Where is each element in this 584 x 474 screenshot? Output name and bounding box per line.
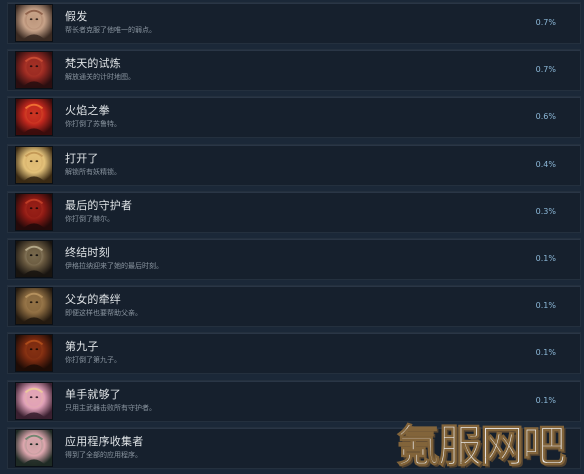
red-demon-face-icon [15, 51, 53, 90]
bald-skull-icon [15, 4, 53, 42]
achievement-title: 梵天的试炼 [65, 57, 121, 71]
red-guardian-icon [15, 192, 53, 231]
achievement-row[interactable]: 应用程序收集者得到了全部的应用程序。 [7, 426, 581, 469]
achievement-unlock-percent: 0.1% [535, 301, 556, 311]
achievement-description: 解锁所有妖精锁。 [65, 167, 121, 176]
achievement-row[interactable]: 假发帮长者克服了他唯一的弱点。 0.7% [7, 2, 581, 44]
pink-haired-girl-icon [15, 381, 53, 420]
achievement-description: 伊格拉纳迎来了她的最后时刻。 [65, 262, 163, 270]
achievement-description: 你打倒了苏鲁特。 [65, 120, 121, 129]
achievement-description: 你打倒了赫尔。 [65, 214, 114, 223]
achievement-title: 假发 [65, 10, 88, 23]
achievement-title: 终结时刻 [65, 246, 110, 259]
achievement-description: 帮长者克服了他唯一的弱点。 [65, 26, 156, 34]
achievement-row[interactable]: 最后的守护者你打倒了赫尔。 0.3% [7, 190, 581, 233]
crimson-beast-icon [15, 334, 53, 373]
achievement-unlock-percent: 0.7% [535, 65, 556, 75]
achievement-row[interactable]: 梵天的试炼解放通关的计时地图。 0.7% [7, 49, 581, 92]
achievement-description: 你打倒了第九子。 [65, 356, 121, 365]
achievement-row[interactable]: 第九子你打倒了第九子。 0.1% [7, 332, 581, 375]
achievement-row[interactable]: 火焰之拳你打倒了苏鲁特。 0.6% [7, 96, 581, 139]
achievement-description: 解放通关的计时地图。 [65, 73, 135, 82]
achievement-unlock-percent: 0.3% [535, 206, 556, 216]
achievement-unlock-percent: 0.1% [535, 254, 556, 263]
achievement-list: 假发帮长者克服了他唯一的弱点。 0.7% 梵天的试炼解放通关的计时地图。 0.7% 火焰… [0, 0, 584, 472]
achievement-title: 父女的牵绊 [65, 293, 121, 307]
achievement-unlock-percent: 0.1% [535, 348, 556, 358]
achievement-description: 只用主武器击败所有守护者。 [65, 403, 156, 412]
fire-warrior-icon [15, 98, 53, 137]
achievement-unlock-percent: 0.7% [535, 18, 556, 27]
achievement-title: 火焰之拳 [65, 104, 110, 118]
achievement-row[interactable]: 父女的牵绊即便这样也要帮助父亲。 0.1% [7, 285, 581, 328]
achievement-title: 最后的守护者 [65, 198, 133, 212]
achievement-unlock-percent: 0.1% [535, 395, 556, 405]
achievement-title: 第九子 [65, 340, 99, 354]
achievement-row[interactable]: 打开了解锁所有妖精锁。 0.4% [7, 143, 581, 186]
achievement-title: 打开了 [65, 151, 99, 165]
horned-valkyrie-icon [15, 240, 53, 278]
achievement-unlock-percent: 0.4% [535, 159, 556, 169]
pink-haired-elf-icon [15, 428, 53, 467]
warrior-duo-icon [15, 287, 53, 326]
achievement-title: 单手就够了 [65, 387, 121, 401]
achievement-description: 即便这样也要帮助父亲。 [65, 309, 142, 318]
blonde-elf-portrait-icon [15, 145, 53, 184]
achievement-title: 应用程序收集者 [65, 434, 144, 448]
achievement-description: 得到了全部的应用程序。 [65, 450, 142, 459]
achievement-row[interactable]: 终结时刻伊格拉纳迎来了她的最后时刻。 0.1% [7, 238, 581, 280]
achievement-row[interactable]: 单手就够了只用主武器击败所有守护者。 0.1% [7, 379, 581, 422]
achievement-unlock-percent: 0.6% [535, 112, 556, 122]
